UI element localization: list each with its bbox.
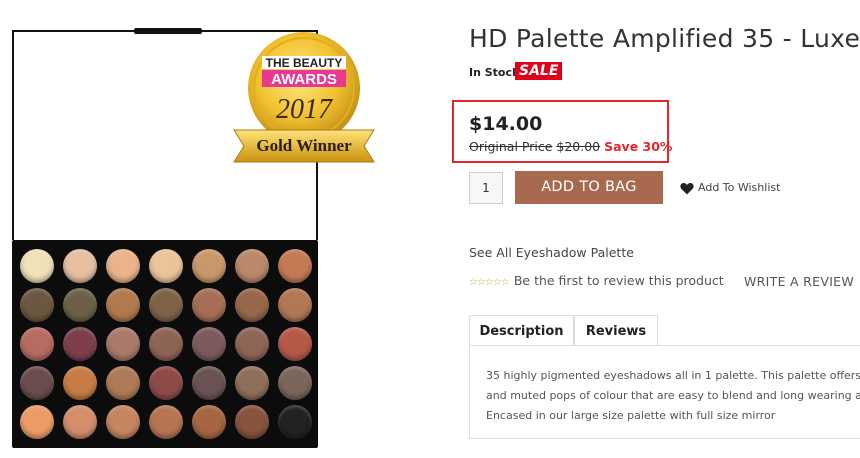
badge-year: 2017 <box>276 94 333 125</box>
palette-clasp <box>134 28 202 34</box>
rating-row: ☆☆☆☆☆ Be the first to review this product <box>469 273 724 288</box>
empty-stars-icon: ☆☆☆☆☆ <box>469 277 510 288</box>
sale-badge: SALE <box>515 62 563 80</box>
eyeshadow-pan <box>106 249 140 283</box>
product-description: 35 highly pigmented eyeshadows all in 1 … <box>486 366 860 426</box>
eyeshadow-pan <box>149 249 183 283</box>
add-to-bag-button[interactable]: ADD TO BAG <box>515 171 663 204</box>
palette-base <box>12 240 318 448</box>
eyeshadow-pan <box>192 366 226 400</box>
eyeshadow-pan <box>235 405 269 439</box>
eyeshadow-pan <box>278 366 312 400</box>
product-title: HD Palette Amplified 35 - Luxe <box>469 24 860 53</box>
eyeshadow-pan <box>63 288 97 322</box>
eyeshadow-pan <box>192 405 226 439</box>
eyeshadow-pan <box>235 288 269 322</box>
description-line: 35 highly pigmented eyeshadows all in 1 … <box>486 369 860 382</box>
eyeshadow-pan <box>192 249 226 283</box>
eyeshadow-pan <box>63 327 97 361</box>
badge-line2: AWARDS <box>271 71 337 88</box>
eyeshadow-pan <box>63 249 97 283</box>
eyeshadow-pan <box>20 366 54 400</box>
eyeshadow-pan <box>235 366 269 400</box>
eyeshadow-pan <box>278 327 312 361</box>
review-prompt[interactable]: Be the first to review this product <box>514 273 724 288</box>
badge-ribbon-text: Gold Winner <box>256 136 352 155</box>
eyeshadow-pan <box>278 249 312 283</box>
current-price: $14.00 <box>469 113 543 135</box>
eyeshadow-pan <box>20 288 54 322</box>
quantity-input[interactable]: 1 <box>469 172 503 204</box>
eyeshadow-pan <box>20 405 54 439</box>
description-line: and muted pops of colour that are easy t… <box>486 389 860 402</box>
wishlist-label: Add To Wishlist <box>698 181 781 194</box>
eyeshadow-pan <box>20 327 54 361</box>
write-review-link[interactable]: WRITE A REVIEW <box>744 274 854 289</box>
eyeshadow-pan <box>192 288 226 322</box>
eyeshadow-pan <box>235 327 269 361</box>
original-price-line: Original Price $20.00 Save 30% <box>469 139 672 154</box>
medal-circle <box>248 32 360 144</box>
stock-status: In Stock <box>469 66 520 79</box>
beauty-awards-badge: THE BEAUTY AWARDS 2017 Gold Winner <box>233 32 375 163</box>
eyeshadow-pan <box>106 327 140 361</box>
eyeshadow-pan <box>20 249 54 283</box>
see-all-eyeshadow-link[interactable]: See All Eyeshadow Palette <box>469 245 634 260</box>
description-line: Encased in our large size palette with f… <box>486 409 776 422</box>
savings-text: Save 30% <box>604 139 673 154</box>
eyeshadow-pan <box>106 288 140 322</box>
eyeshadow-pan <box>149 366 183 400</box>
original-price-label: Original Price <box>469 139 553 154</box>
eyeshadow-pan <box>278 405 312 439</box>
eyeshadow-pan <box>63 405 97 439</box>
add-to-wishlist-link[interactable]: Add To Wishlist <box>680 181 780 195</box>
tab-description[interactable]: Description <box>469 315 574 346</box>
eyeshadow-pan <box>192 327 226 361</box>
tab-reviews[interactable]: Reviews <box>574 315 658 346</box>
eyeshadow-pan <box>149 327 183 361</box>
eyeshadow-pan <box>149 288 183 322</box>
eyeshadow-pan <box>149 405 183 439</box>
eyeshadow-pan <box>106 405 140 439</box>
eyeshadow-pan <box>235 249 269 283</box>
eyeshadow-pan <box>63 366 97 400</box>
eyeshadow-pan <box>278 288 312 322</box>
original-price: $20.00 <box>556 139 601 154</box>
badge-line1: THE BEAUTY <box>266 56 343 70</box>
heart-icon <box>680 182 694 194</box>
eyeshadow-pan <box>106 366 140 400</box>
